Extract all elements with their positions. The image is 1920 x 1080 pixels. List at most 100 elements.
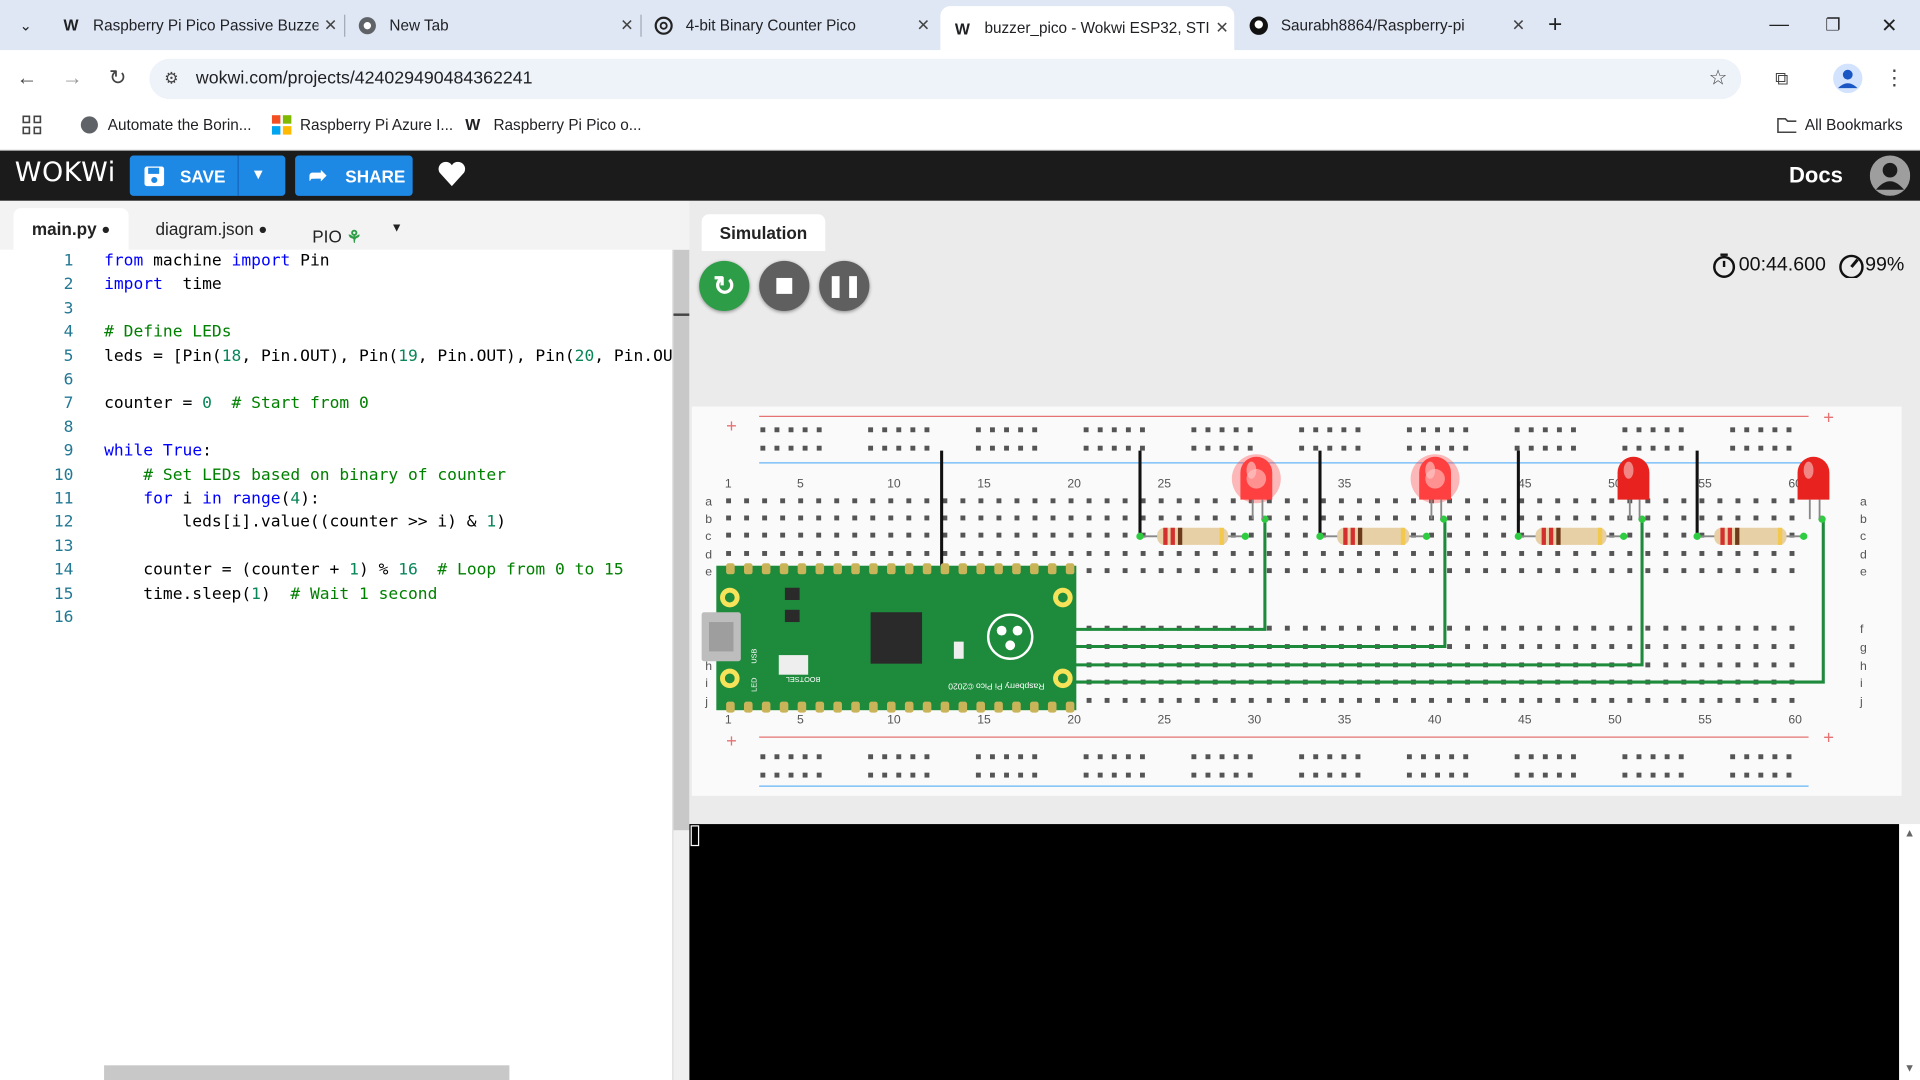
share-button[interactable]: ➦ SHARE (295, 155, 413, 196)
url-text[interactable]: wokwi.com/projects/424029490484362241 (196, 69, 533, 89)
browser-tab-5[interactable]: Saurabh8864/Raspberry-pi ✕ (1237, 0, 1531, 50)
tab-main-py[interactable]: main.py ● (13, 208, 129, 250)
code-line[interactable]: counter = 0 # Start from 0 (104, 395, 369, 413)
docs-link[interactable]: Docs (1789, 163, 1843, 189)
code-line[interactable]: leds = [Pin(18, Pin.OUT), Pin(19, Pin.OU… (104, 347, 702, 365)
pico-pin (869, 701, 878, 713)
close-icon[interactable]: ✕ (615, 15, 639, 35)
rail-hole (1786, 427, 1792, 433)
close-icon[interactable]: ✕ (911, 15, 935, 35)
wokwi-logo[interactable]: WOKWi (15, 158, 116, 189)
rail-hole (1018, 427, 1024, 433)
serial-scrollbar[interactable]: ▲ ▼ (1899, 824, 1920, 1080)
hole (1447, 532, 1453, 538)
tab-diagram-json[interactable]: diagram.json ● (137, 208, 286, 250)
hole (1032, 515, 1038, 521)
column-number: 1 (725, 713, 732, 727)
new-tab-button[interactable]: + (1528, 0, 1582, 50)
rail-hole (910, 772, 916, 778)
back-icon[interactable]: ← (12, 64, 41, 93)
tab-menu-dropdown-icon[interactable]: ▼ (391, 222, 403, 235)
hole (1104, 498, 1110, 504)
hole (1717, 551, 1723, 556)
code-line[interactable]: while True: (104, 442, 212, 460)
browser-tab-4-active[interactable]: W buzzer_pico - Wokwi ESP32, STI ✕ (940, 6, 1235, 51)
code-line[interactable]: leds[i].value((counter >> i) & 1) (104, 514, 506, 532)
bookmark-star-icon[interactable]: ☆ (1703, 64, 1732, 93)
rail-hole (816, 427, 822, 433)
breadboard-circuit[interactable]: ++++aabbccddeeffgghhiijj1155101015152020… (689, 391, 1920, 808)
close-window-button[interactable]: ✕ (1861, 0, 1917, 50)
bookmark-2[interactable]: Raspberry Pi Azure I... (271, 115, 453, 135)
hole (1663, 662, 1669, 668)
hole (726, 532, 732, 538)
hole (1429, 625, 1434, 631)
hole (1681, 498, 1687, 504)
microsoft-icon (271, 115, 292, 135)
bookmark-1[interactable]: Automate the Borin... (80, 115, 252, 135)
code-line[interactable]: from machine import Pin (104, 252, 330, 270)
apps-grid-icon[interactable] (22, 115, 42, 135)
extensions-icon[interactable]: ⧉ (1767, 64, 1796, 93)
menu-kebab-icon[interactable]: ⋮ (1880, 64, 1909, 93)
hole (1699, 625, 1705, 631)
hole (1338, 515, 1344, 521)
restart-button[interactable]: ↻ (699, 260, 750, 312)
browser-tab-3[interactable]: 4-bit Binary Counter Pico ✕ (642, 0, 936, 50)
bookmark-3[interactable]: W Raspberry Pi Pico o... (465, 115, 641, 135)
minimize-button[interactable]: — (1751, 0, 1807, 50)
code-editor[interactable]: 1 from machine import Pin 2 import time 3 4 # … (0, 249, 702, 1080)
hole (1699, 662, 1705, 668)
reload-icon[interactable]: ↻ (103, 64, 132, 93)
restore-button[interactable]: ❐ (1805, 0, 1861, 50)
code-line[interactable]: import time (104, 276, 222, 294)
serial-monitor[interactable] (689, 824, 1900, 1080)
profile-icon[interactable] (1833, 63, 1863, 94)
forward-icon[interactable]: → (58, 64, 87, 93)
tab-search-dropdown[interactable]: ⌄ (7, 0, 44, 50)
pause-button[interactable]: ❚❚ (819, 260, 870, 312)
chevron-down-icon[interactable]: ▼ (251, 165, 266, 182)
tab-simulation[interactable]: Simulation (701, 214, 826, 252)
folder-icon (1777, 117, 1797, 134)
close-icon[interactable]: ✕ (318, 15, 342, 35)
user-avatar-icon[interactable] (1869, 155, 1911, 203)
rail-hole (1636, 445, 1642, 451)
close-icon[interactable]: ✕ (1506, 15, 1530, 35)
close-icon[interactable]: ✕ (1210, 18, 1234, 38)
code-line[interactable]: for i in range(4): (104, 490, 320, 508)
editor-horizontal-scrollbar[interactable] (104, 1065, 510, 1080)
editor-vertical-scrollbar[interactable] (672, 249, 690, 1080)
hole (1609, 625, 1615, 631)
browser-tab-2[interactable]: New Tab ✕ (345, 0, 639, 50)
rail-hole (1355, 754, 1361, 760)
all-bookmarks[interactable]: All Bookmarks (1777, 115, 1903, 135)
hole (1194, 498, 1200, 504)
hole (1320, 551, 1326, 556)
pico-pin (1030, 701, 1039, 713)
stop-button[interactable] (759, 260, 810, 312)
serial-cursor (690, 825, 700, 847)
hole (1465, 532, 1471, 538)
code-line[interactable]: # Set LEDs based on binary of counter (104, 466, 506, 484)
hole (1735, 662, 1741, 668)
hole (1284, 697, 1290, 703)
browser-tab-1[interactable]: W Raspberry Pi Pico Passive Buzze ✕ (49, 0, 343, 50)
scroll-up-icon[interactable]: ▲ (1904, 827, 1915, 839)
hole (852, 515, 858, 521)
hole (1104, 551, 1110, 556)
code-line[interactable]: time.sleep(1) # Wait 1 second (104, 585, 437, 603)
heart-icon[interactable] (437, 160, 466, 193)
hole (1609, 515, 1615, 521)
rail-hole (1140, 427, 1145, 433)
scroll-down-icon[interactable]: ▼ (1904, 1062, 1915, 1074)
code-line[interactable]: # Define LEDs (104, 323, 231, 341)
pico-pin (994, 563, 1003, 575)
code-line[interactable]: counter = (counter + 1) % 16 # Loop from… (104, 561, 623, 579)
save-button[interactable]: SAVE ▼ (129, 155, 286, 196)
wokwi-icon: W (954, 18, 970, 38)
rail-hole (1435, 754, 1441, 760)
hole (870, 532, 876, 538)
site-info-icon[interactable]: ⚙ (157, 64, 186, 93)
line-number: 5 (63, 347, 74, 366)
